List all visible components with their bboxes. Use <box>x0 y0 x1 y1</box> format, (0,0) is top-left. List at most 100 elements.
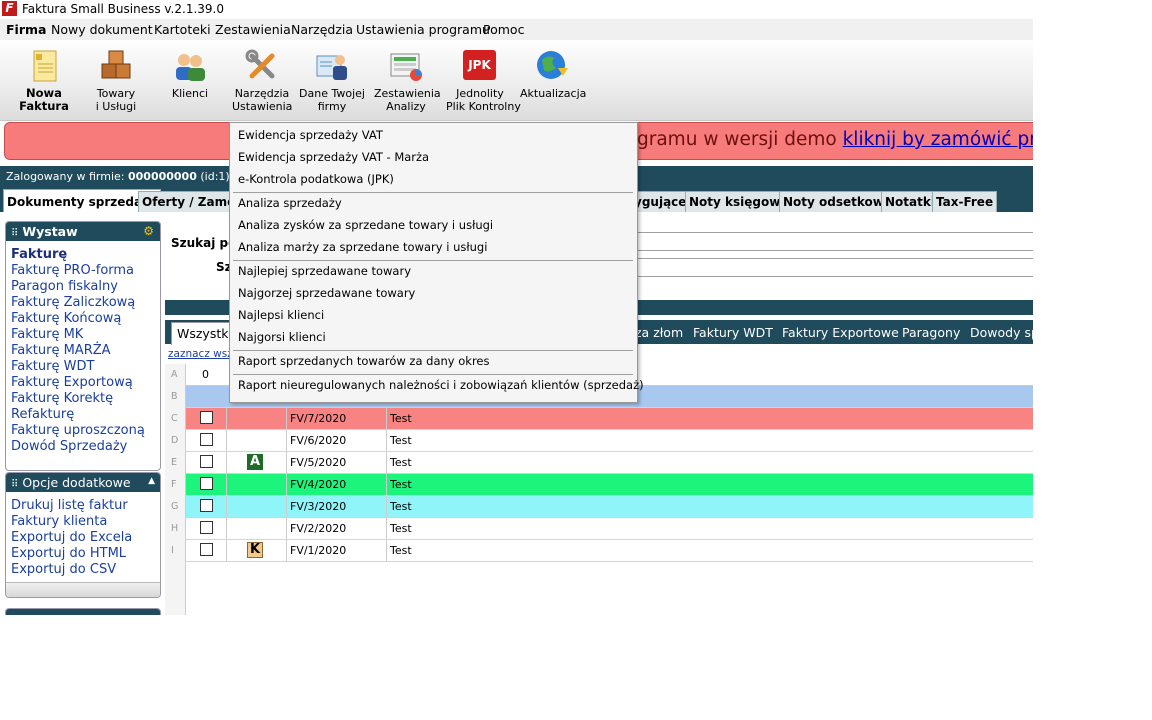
order-link[interactable]: kliknij by zamówić program <box>843 129 1033 150</box>
table-row[interactable]: K FV/1/2020 Test <box>186 540 1033 562</box>
title-bar: F Faktura Small Business v.2.1.39.0 <box>0 0 1033 18</box>
row-checkbox[interactable] <box>200 433 213 446</box>
table-row[interactable]: FV/6/2020 Test <box>186 430 1033 452</box>
grip-icon: ⠿ <box>11 228 19 239</box>
row-checkbox[interactable] <box>200 477 213 490</box>
tab-noty-ksiegowe[interactable]: Noty księgowe <box>685 191 793 212</box>
panel-footer <box>6 582 160 597</box>
dropdown-menu-item[interactable]: Najgorzej sprzedawane towary <box>238 286 415 300</box>
wystaw-item[interactable]: Fakturę MK <box>6 327 160 343</box>
wystaw-item[interactable]: Fakturę PRO-forma <box>6 263 160 279</box>
wystaw-item[interactable]: Fakturę <box>6 247 160 263</box>
toolbar-nowa-faktura-button[interactable]: Nowa Faktura <box>14 48 74 113</box>
client-name: Test <box>390 434 412 447</box>
opcje-item[interactable]: Exportuj do HTML <box>6 546 160 562</box>
row-checkbox[interactable] <box>200 521 213 534</box>
client-name: Test <box>390 478 412 491</box>
toolbar-towary-button[interactable]: Towary i Usługi <box>86 48 146 113</box>
column-divider <box>286 430 287 451</box>
dropdown-menu-item[interactable]: Analiza marży za sprzedane towary i usłu… <box>238 240 487 254</box>
status-badge: A <box>247 454 263 470</box>
jpk-icon: JPK <box>462 48 498 84</box>
subtab-paragony[interactable]: Paragony <box>902 325 960 340</box>
tab-windykacja[interactable]: ygujące <box>634 191 691 212</box>
tab-tax-free[interactable]: Tax-Free <box>932 191 998 212</box>
row-checkbox[interactable] <box>200 411 213 424</box>
subtab-faktury-exportowe[interactable]: Faktury Exportowe <box>782 325 899 340</box>
wystaw-item[interactable]: Fakturę Zaliczkową <box>6 295 160 311</box>
wystaw-item[interactable]: Fakturę Korektę <box>6 391 160 407</box>
toolbar-label: Dane Twojej <box>299 87 365 100</box>
menu-ustawienia-programu[interactable]: Ustawienia programu <box>356 22 490 37</box>
row-letter-column: ABCDEFGHI <box>165 364 186 615</box>
status-badge: K <box>247 542 263 558</box>
dropdown-menu-item[interactable]: Najlepsi klienci <box>238 308 324 322</box>
dropdown-menu-item[interactable]: Analiza sprzedaży <box>238 196 342 210</box>
menu-narzedzia[interactable]: Narzędzia <box>291 22 353 37</box>
table-row[interactable]: FV/2/2020 Test <box>186 518 1033 540</box>
column-divider <box>286 496 287 517</box>
dropdown-menu-item[interactable]: e-Kontrola podatkowa (JPK) <box>238 172 394 186</box>
toolbar-zestawienia-button[interactable]: Zestawienia Analizy <box>374 48 441 113</box>
column-divider <box>226 540 227 561</box>
wystaw-list: Fakturę Fakturę PRO-forma Paragon fiskalny… <box>6 241 160 455</box>
table-row[interactable]: A FV/5/2020 Test <box>186 452 1033 474</box>
opcje-item[interactable]: Exportuj do CSV <box>6 562 160 578</box>
column-divider <box>226 452 227 473</box>
subtab-za-zlom[interactable]: za złom <box>635 325 683 340</box>
wystaw-item[interactable]: Fakturę MARŻA <box>6 343 160 359</box>
column-divider <box>286 540 287 561</box>
tab-notatki[interactable]: Notatki <box>881 191 939 212</box>
settings-gear-icon[interactable]: ⚙ <box>143 222 154 241</box>
table-row[interactable]: FV/3/2020 Test <box>186 496 1033 518</box>
toolbar-jpk-button[interactable]: JPK Jednolity Plik Kontrolny <box>446 48 521 113</box>
opcje-item[interactable]: Exportuj do Excela <box>6 530 160 546</box>
dropdown-menu-item[interactable]: Najlepiej sprzedawane towary <box>238 264 411 278</box>
table-row[interactable]: FV/4/2020 Test <box>186 474 1033 496</box>
invoice-number: FV/3/2020 <box>290 500 347 513</box>
opcje-item[interactable]: Faktury klienta <box>6 514 160 530</box>
row-checkbox[interactable] <box>200 455 213 468</box>
wystaw-item[interactable]: Paragon fiskalny <box>6 279 160 295</box>
status-prefix: Zalogowany w firmie: <box>6 170 128 183</box>
menu-nowy-dokument[interactable]: Nowy dokument <box>51 22 153 37</box>
subtab-wszystkie[interactable]: Wszystkie <box>171 322 235 345</box>
toolbar-aktualizacja-button[interactable]: Aktualizacja <box>520 48 586 100</box>
row-letter: B <box>171 391 178 402</box>
dropdown-menu-item[interactable]: Ewidencja sprzedaży VAT <box>238 128 383 142</box>
opcje-item[interactable]: Drukuj listę faktur <box>6 498 160 514</box>
toolbar-dane-firmy-button[interactable]: Dane Twojej firmy <box>298 48 366 113</box>
search-input[interactable] <box>635 232 1033 251</box>
wystaw-item[interactable]: Refakturę <box>6 407 160 423</box>
search-input-2[interactable] <box>635 258 1033 277</box>
tab-noty-odsetkowe[interactable]: Noty odsetkowe <box>779 191 897 212</box>
subtab-faktury-wdt[interactable]: Faktury WDT <box>693 325 773 340</box>
wystaw-item[interactable]: Fakturę WDT <box>6 359 160 375</box>
panel-opcje-dodatkowe: ⠿ Opcje dodatkowe ▲ Drukuj listę faktur Fa… <box>5 472 161 598</box>
dropdown-menu-item[interactable]: Raport nieuregulowanych należności i zob… <box>238 378 644 392</box>
wystaw-item[interactable]: Fakturę Exportową <box>6 375 160 391</box>
invoice-number: FV/1/2020 <box>290 544 347 557</box>
dropdown-menu-item[interactable]: Raport sprzedanych towarów za dany okres <box>238 354 490 368</box>
dropdown-menu-item[interactable]: Analiza zysków za sprzedane towary i usł… <box>238 218 493 232</box>
wystaw-item[interactable]: Dowód Sprzedaży <box>6 439 160 455</box>
menu-separator <box>233 192 633 193</box>
subtab-dowody[interactable]: Dowody spr <box>970 325 1033 340</box>
collapse-icon[interactable]: ▲ <box>148 473 155 491</box>
wystaw-item[interactable]: Fakturę uproszczoną <box>6 423 160 439</box>
menu-pomoc[interactable]: Pomoc <box>483 22 524 37</box>
wystaw-item[interactable]: Fakturę Końcową <box>6 311 160 327</box>
dropdown-menu-item[interactable]: Ewidencja sprzedaży VAT - Marża <box>238 150 429 164</box>
update-icon <box>534 48 570 84</box>
menu-zestawienia[interactable]: Zestawienia <box>215 22 291 37</box>
row-checkbox[interactable] <box>200 499 213 512</box>
row-checkbox[interactable] <box>200 543 213 556</box>
tab-oferty[interactable]: Oferty / Zamów <box>138 191 236 212</box>
menu-kartoteki[interactable]: Kartoteki <box>154 22 211 37</box>
toolbar-klienci-button[interactable]: Klienci <box>160 48 220 100</box>
menu-separator <box>233 350 633 351</box>
menu-firma[interactable]: Firma <box>6 22 46 37</box>
toolbar-narzedzia-button[interactable]: Narzędzia Ustawienia <box>232 48 292 113</box>
dropdown-menu-item[interactable]: Najgorsi klienci <box>238 330 326 344</box>
table-row[interactable]: FV/7/2020 Test <box>186 408 1033 430</box>
